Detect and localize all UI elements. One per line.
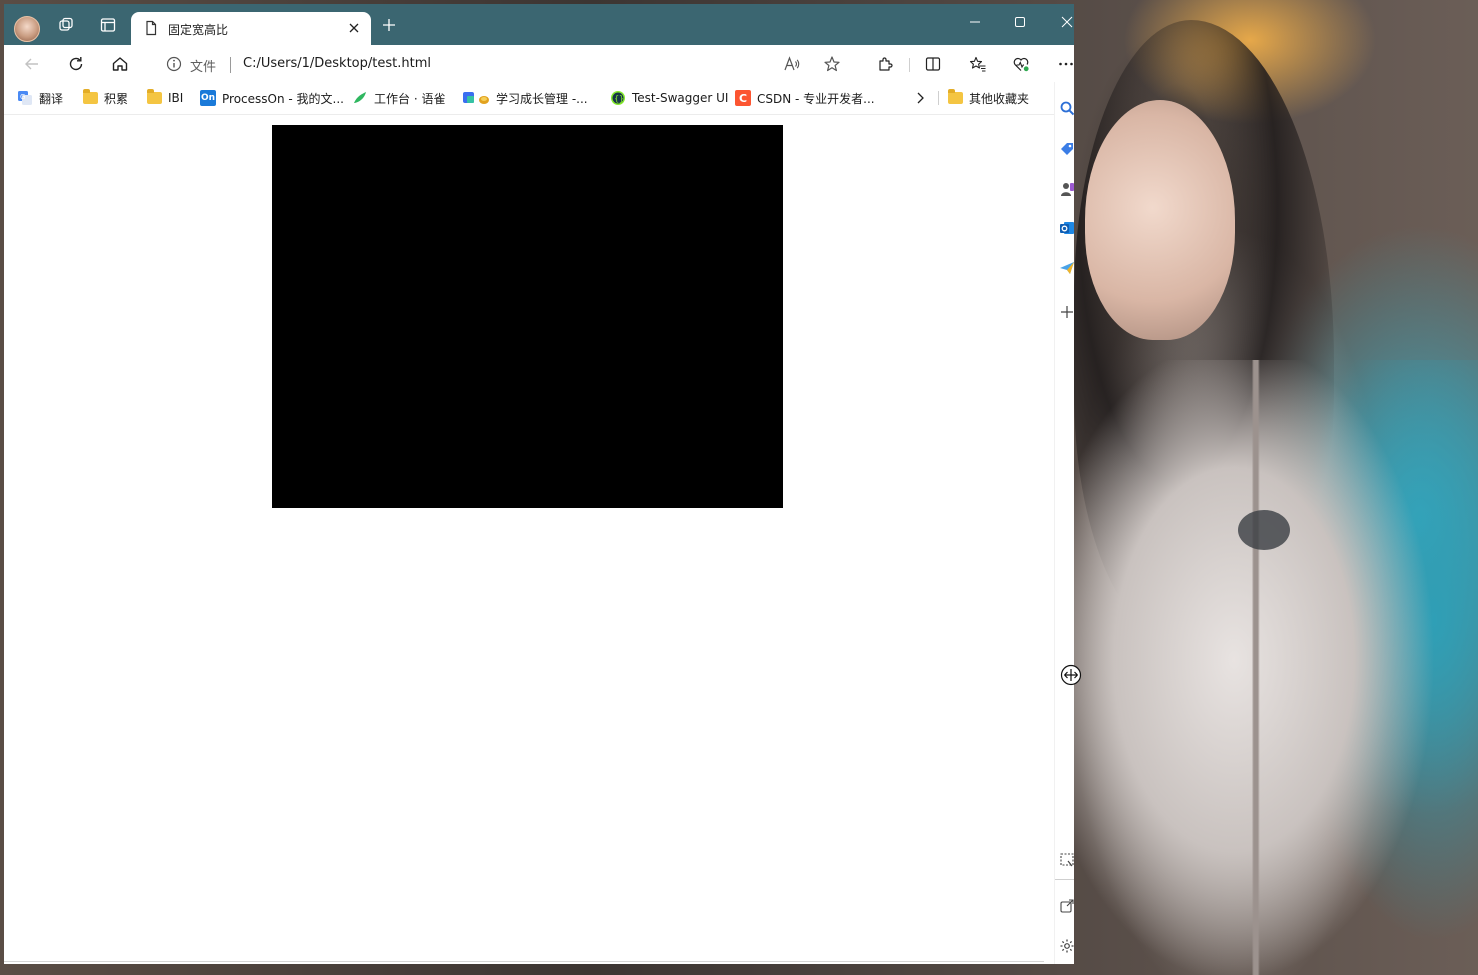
bookmark-label: IBI bbox=[168, 91, 184, 105]
bookmarks-bar: G 翻译 积累 IBI On ProcessOn - 我的文... 工作台 · … bbox=[4, 82, 1074, 115]
site-info-icon[interactable] bbox=[163, 53, 185, 75]
folder-icon bbox=[146, 89, 162, 106]
edge-sidebar bbox=[1054, 82, 1074, 964]
more-menu-icon[interactable] bbox=[1055, 53, 1074, 75]
profile-avatar[interactable] bbox=[14, 16, 40, 42]
bookmark-label: 积累 bbox=[104, 91, 129, 106]
wallpaper-figure-jacket bbox=[1074, 360, 1478, 975]
bookmark-label: 翻译 bbox=[39, 91, 64, 106]
minimize-icon[interactable] bbox=[965, 12, 985, 32]
tools-icon[interactable] bbox=[1059, 181, 1074, 197]
bookmark-label: 其他收藏夹 bbox=[969, 91, 1030, 106]
page-content bbox=[4, 115, 1054, 964]
bookmarks-divider bbox=[938, 91, 939, 105]
refresh-icon[interactable] bbox=[65, 53, 87, 75]
bookmark-label: 学习成长管理 -... bbox=[496, 91, 588, 106]
processon-icon: On bbox=[200, 90, 216, 106]
fixed-aspect-ratio-box bbox=[272, 125, 783, 508]
bookmark-label: Test-Swagger UI bbox=[632, 91, 729, 105]
screenshot-icon[interactable] bbox=[1059, 852, 1074, 868]
wallpaper-figure-face bbox=[1085, 100, 1235, 340]
horizontal-scrollbar[interactable] bbox=[4, 961, 1044, 962]
svg-text:{}: {} bbox=[614, 94, 624, 103]
bookmark-yuque[interactable]: 工作台 · 语雀 bbox=[352, 89, 445, 107]
back-icon[interactable] bbox=[21, 53, 43, 75]
bookmark-other-favorites[interactable]: 其他收藏夹 bbox=[947, 89, 1029, 107]
translate-icon: G bbox=[17, 90, 33, 106]
site-info-label[interactable]: 文件 bbox=[190, 56, 216, 75]
sidebar-divider bbox=[1055, 879, 1074, 880]
bookmark-label: 工作台 · 语雀 bbox=[374, 91, 446, 106]
read-aloud-icon[interactable] bbox=[781, 53, 803, 75]
new-tab-icon[interactable] bbox=[378, 14, 400, 36]
page-icon bbox=[143, 20, 159, 36]
browser-window: 固定宽高比 文件 C:/Users/1/Desktop/test.html G … bbox=[4, 4, 1074, 964]
tab-active[interactable]: 固定宽高比 bbox=[131, 12, 371, 45]
bookmark-swagger[interactable]: {} Test-Swagger UI bbox=[610, 89, 728, 107]
shopping-icon[interactable] bbox=[1059, 141, 1074, 157]
favorite-star-icon[interactable] bbox=[821, 53, 843, 75]
swagger-icon: {} bbox=[610, 90, 626, 106]
workspaces-icon[interactable] bbox=[55, 14, 77, 36]
close-window-icon[interactable] bbox=[1057, 12, 1074, 32]
folder-icon bbox=[947, 89, 963, 106]
bookmark-label: CSDN - 专业开发者... bbox=[757, 91, 875, 106]
bookmark-label: ProcessOn - 我的文... bbox=[222, 91, 344, 106]
title-bar: 固定宽高比 bbox=[4, 4, 1074, 45]
address-divider bbox=[230, 57, 231, 73]
address-toolbar: 文件 C:/Users/1/Desktop/test.html bbox=[4, 45, 1074, 82]
yuque-icon bbox=[352, 90, 368, 106]
open-in-window-icon[interactable] bbox=[1059, 898, 1074, 914]
bookmark-growth[interactable]: 学习成长管理 -... bbox=[462, 89, 588, 107]
bookmark-folder-ibi[interactable]: IBI bbox=[146, 89, 183, 107]
bookmark-csdn[interactable]: C CSDN - 专业开发者... bbox=[735, 89, 875, 107]
toolbar-divider bbox=[909, 58, 910, 72]
bookmark-processon[interactable]: On ProcessOn - 我的文... bbox=[200, 89, 344, 107]
bookmark-folder-jilei[interactable]: 积累 bbox=[82, 89, 128, 107]
settings-gear-icon[interactable] bbox=[1059, 938, 1074, 954]
browser-essentials-icon[interactable] bbox=[1010, 53, 1032, 75]
resize-cursor-icon bbox=[1060, 664, 1082, 686]
tab-actions-icon[interactable] bbox=[97, 14, 119, 36]
extensions-icon[interactable] bbox=[874, 53, 896, 75]
bookmarks-overflow-chevron-icon[interactable] bbox=[913, 89, 927, 107]
wallpaper-jacket-logo bbox=[1238, 510, 1290, 550]
address-bar-url[interactable]: C:/Users/1/Desktop/test.html bbox=[243, 56, 431, 71]
tab-title: 固定宽高比 bbox=[168, 23, 229, 37]
add-sidebar-app-icon[interactable] bbox=[1059, 304, 1074, 320]
outlook-icon[interactable] bbox=[1059, 220, 1074, 236]
home-icon[interactable] bbox=[109, 53, 131, 75]
split-screen-icon[interactable] bbox=[922, 53, 944, 75]
close-tab-icon[interactable] bbox=[345, 19, 363, 37]
folder-icon bbox=[82, 89, 98, 106]
svg-text:G: G bbox=[20, 93, 25, 101]
maximize-icon[interactable] bbox=[1010, 12, 1030, 32]
growth-icon bbox=[462, 90, 490, 106]
csdn-icon: C bbox=[735, 90, 751, 106]
bookmark-translate[interactable]: G 翻译 bbox=[17, 89, 63, 107]
favorites-icon[interactable] bbox=[967, 53, 989, 75]
drop-icon[interactable] bbox=[1059, 260, 1074, 276]
search-icon[interactable] bbox=[1059, 100, 1074, 116]
